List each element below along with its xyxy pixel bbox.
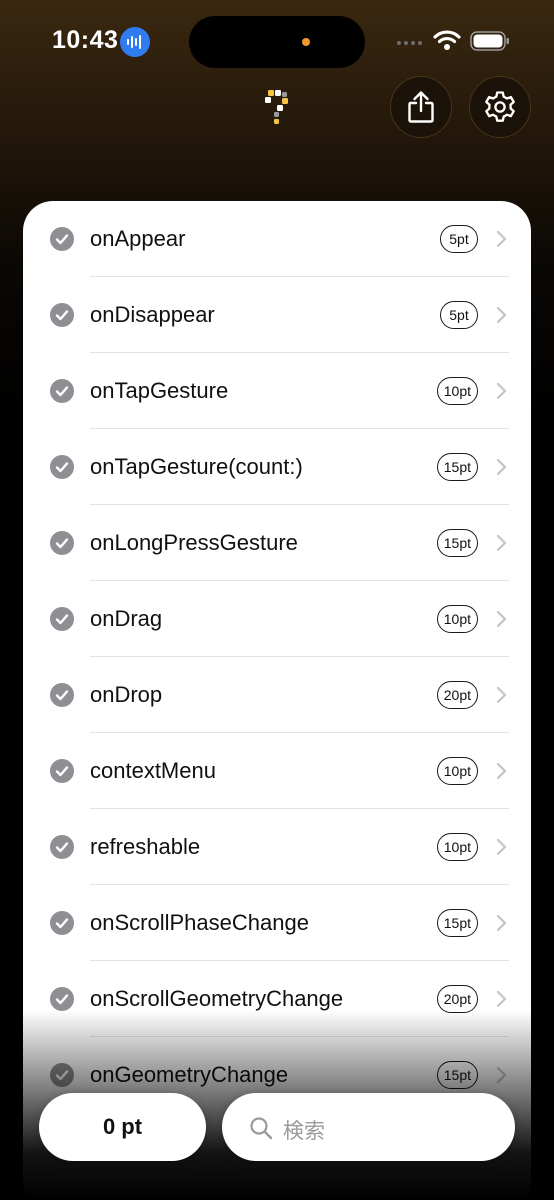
battery-icon xyxy=(470,31,509,51)
checkmark-circle-icon xyxy=(50,759,74,783)
search-field[interactable]: 検索 xyxy=(222,1093,515,1161)
dynamic-island xyxy=(189,16,365,68)
chevron-right-icon xyxy=(496,686,507,704)
gear-icon xyxy=(485,91,515,122)
list-item-label: onLongPressGesture xyxy=(90,530,298,555)
list-item[interactable]: onTapGesture 10pt xyxy=(23,353,531,429)
status-time: 10:43 xyxy=(52,26,119,54)
chevron-right-icon xyxy=(496,458,507,476)
share-icon xyxy=(408,91,434,123)
list-item-label: onGeometryChange xyxy=(90,1062,289,1087)
list-item[interactable]: onDrag 10pt xyxy=(23,581,531,657)
checkmark-circle-icon xyxy=(50,1063,74,1087)
points-badge: 20pt xyxy=(436,985,478,1013)
checkmark-circle-icon xyxy=(50,607,74,631)
points-total-button[interactable]: 0 pt xyxy=(39,1093,206,1161)
points-badge: 10pt xyxy=(436,833,478,861)
list-item[interactable]: contextMenu 10pt xyxy=(23,733,531,809)
list-item-label: onScrollGeometryChange xyxy=(90,986,344,1011)
points-badge: 15pt xyxy=(436,909,478,937)
list-item-label: onDrag xyxy=(90,606,163,631)
points-badge: 5pt xyxy=(440,301,478,329)
list-item[interactable]: onDrop 20pt xyxy=(23,657,531,733)
checkmark-circle-icon xyxy=(50,455,74,479)
chevron-right-icon xyxy=(496,990,507,1008)
points-badge: 10pt xyxy=(436,757,478,785)
chevron-right-icon xyxy=(496,382,507,400)
checkmark-circle-icon xyxy=(50,303,74,327)
chevron-right-icon xyxy=(496,762,507,780)
chevron-right-icon xyxy=(496,914,507,932)
wifi-icon xyxy=(433,30,461,50)
list-item[interactable]: onScrollGeometryChange 20pt xyxy=(23,961,531,1037)
app-logo-icon xyxy=(265,90,288,124)
settings-button[interactable] xyxy=(469,76,531,138)
voice-recording-icon xyxy=(120,27,150,57)
points-badge: 15pt xyxy=(436,529,478,557)
checkmark-circle-icon xyxy=(50,835,74,859)
list-item-label: onDrop xyxy=(90,682,163,707)
list-item-label: onScrollPhaseChange xyxy=(90,910,309,935)
list-item-label: contextMenu xyxy=(90,758,216,783)
list-item-label: onAppear xyxy=(90,226,186,251)
list-item-label: onDisappear xyxy=(90,302,215,327)
list-item-label: refreshable xyxy=(90,834,201,859)
chevron-right-icon xyxy=(496,306,507,324)
list-item[interactable]: onDisappear 5pt xyxy=(23,277,531,353)
points-total-label: 0 pt xyxy=(102,1114,143,1139)
points-badge: 15pt xyxy=(436,453,478,481)
points-badge: 10pt xyxy=(436,377,478,405)
points-badge: 20pt xyxy=(436,681,478,709)
checkmark-circle-icon xyxy=(50,683,74,707)
checkmark-circle-icon xyxy=(50,911,74,935)
points-badge: 5pt xyxy=(440,225,478,253)
checkmark-circle-icon xyxy=(50,227,74,251)
chevron-right-icon xyxy=(496,534,507,552)
points-badge: 10pt xyxy=(436,605,478,633)
status-bar: 10:43 xyxy=(0,0,554,80)
checkmark-circle-icon xyxy=(50,987,74,1011)
checkmark-circle-icon xyxy=(50,531,74,555)
chevron-right-icon xyxy=(496,230,507,248)
chevron-right-icon xyxy=(496,838,507,856)
cellular-signal-icon xyxy=(397,41,422,45)
list-item-label: onTapGesture xyxy=(90,378,229,403)
points-badge: 15pt xyxy=(436,1061,478,1089)
chevron-right-icon xyxy=(496,610,507,628)
list-item[interactable]: onAppear 5pt xyxy=(23,201,531,277)
list-item[interactable]: onLongPressGesture 15pt xyxy=(23,505,531,581)
list-item[interactable]: onScrollPhaseChange 15pt xyxy=(23,885,531,961)
list-item[interactable]: onTapGesture(count:) 15pt xyxy=(23,429,531,505)
checkmark-circle-icon xyxy=(50,379,74,403)
list-item[interactable]: refreshable 10pt xyxy=(23,809,531,885)
privacy-indicator-dot xyxy=(302,38,310,46)
search-placeholder: 検索 xyxy=(283,1120,325,1143)
share-button[interactable] xyxy=(390,76,452,138)
list-item-label: onTapGesture(count:) xyxy=(90,454,303,479)
chevron-right-icon xyxy=(496,1066,507,1084)
modifier-list[interactable]: onAppear 5pt onDisappear 5pt onTapGesture 10p… xyxy=(23,201,531,1200)
search-icon xyxy=(250,1117,273,1140)
